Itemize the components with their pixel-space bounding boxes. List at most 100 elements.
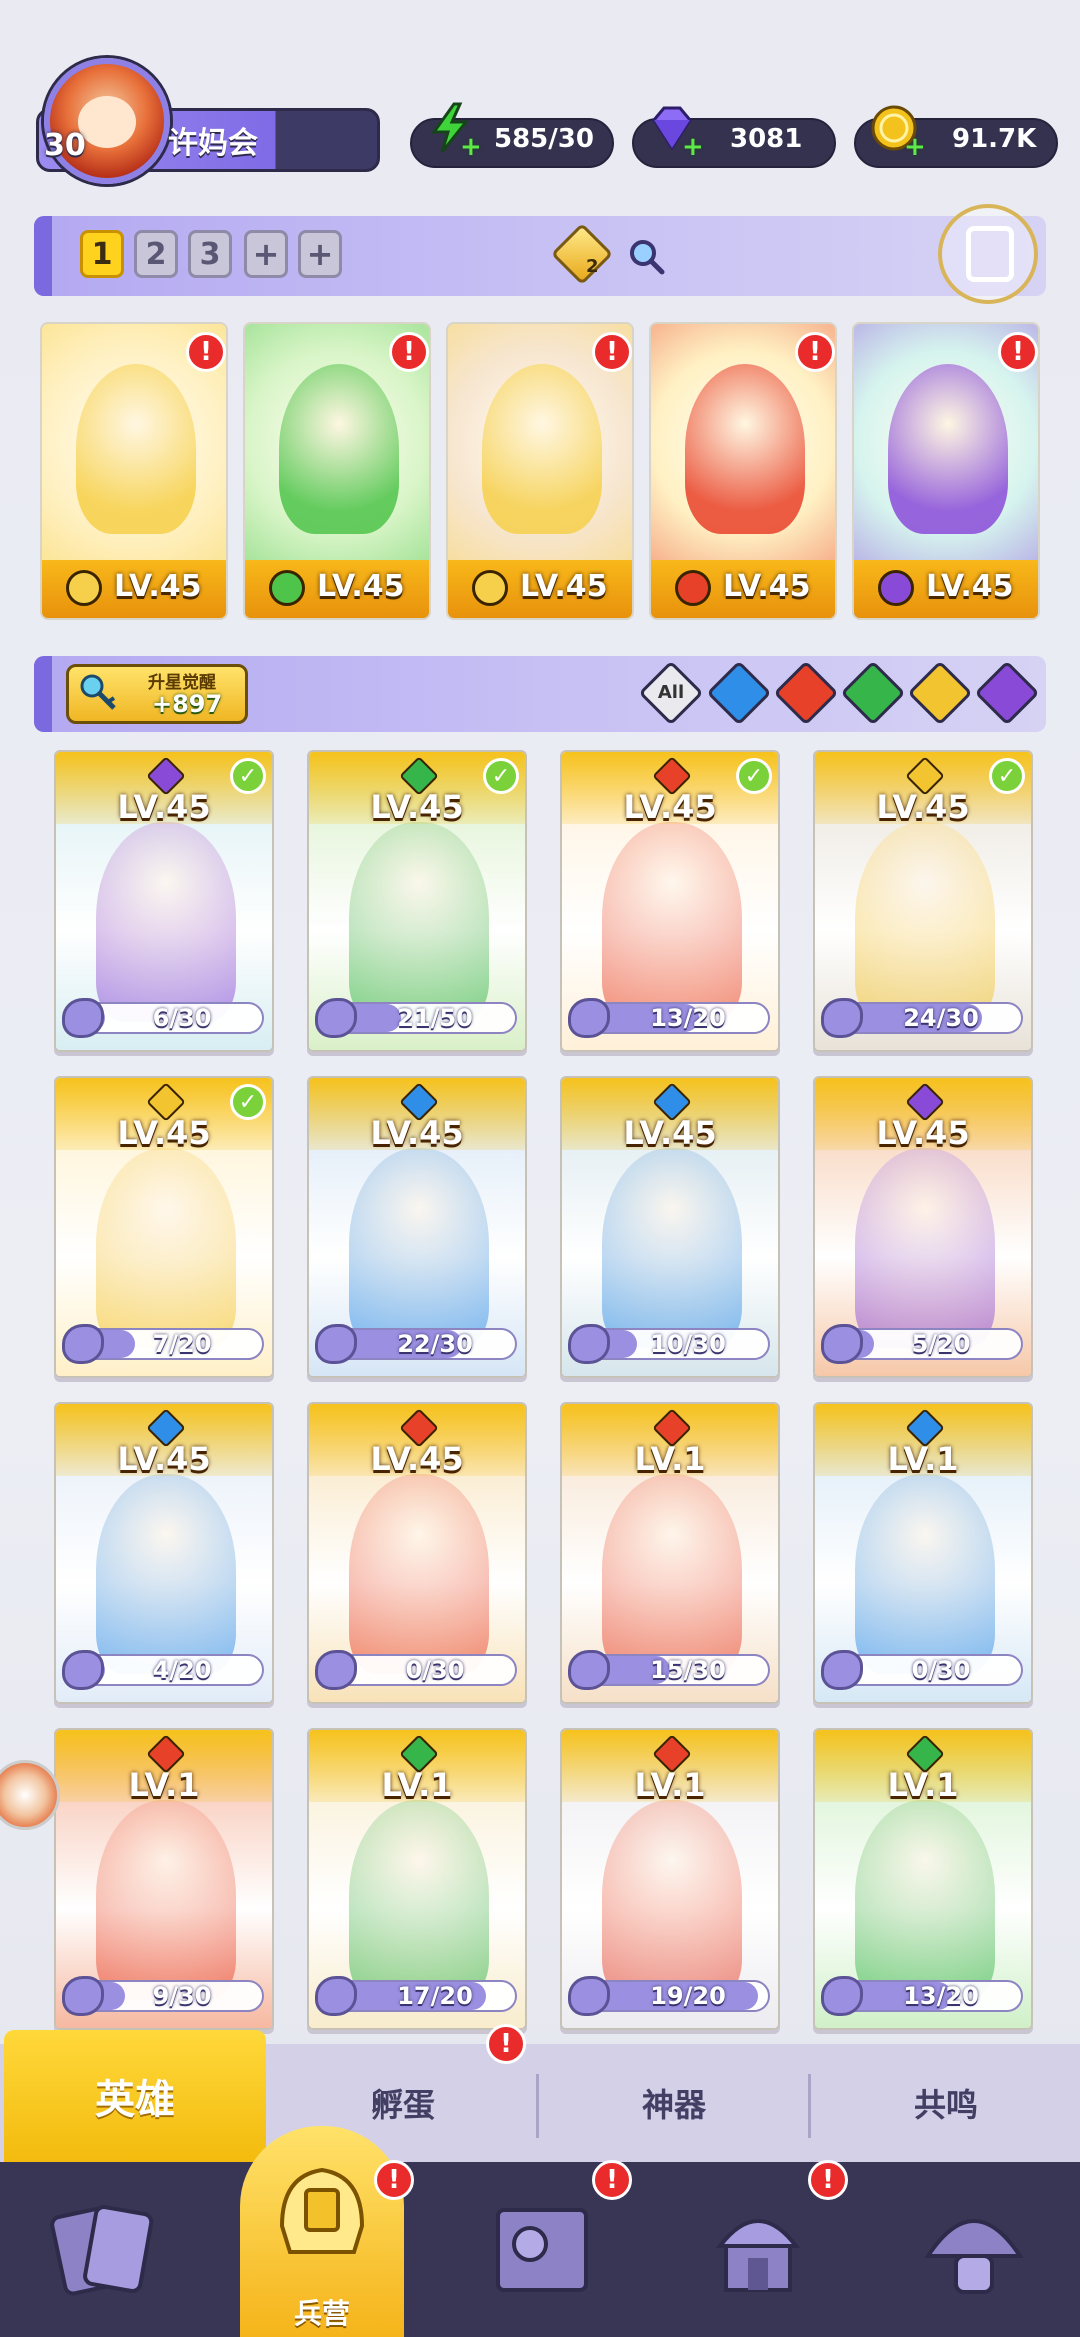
team-tab-3[interactable]: 3: [188, 230, 232, 278]
tab-artifact[interactable]: 神器: [540, 2044, 808, 2162]
hero-card[interactable]: LV.45 ✓ 13/20: [560, 750, 780, 1052]
hero-portrait: [602, 1474, 742, 1674]
shard-icon: [62, 1324, 104, 1364]
shard-progress-text: 19/20: [650, 1982, 726, 2010]
hero-card[interactable]: LV.45 22/30: [307, 1076, 527, 1378]
team-diamond-count: 2: [586, 256, 599, 277]
coins-plus-icon[interactable]: +: [904, 132, 926, 162]
hero-card[interactable]: LV.1 17/20: [307, 1728, 527, 2030]
hero-card[interactable]: LV.45 5/20: [813, 1076, 1033, 1378]
shard-progress-text: 13/20: [903, 1982, 979, 2010]
cards-icon[interactable]: [44, 2190, 164, 2310]
shard-progress-text: 22/30: [397, 1330, 473, 1358]
shrine-icon[interactable]: [698, 2190, 818, 2310]
shard-icon: [62, 998, 104, 1038]
shard-progress-text: 9/30: [152, 1982, 212, 2010]
gems-plus-icon[interactable]: +: [682, 132, 704, 162]
shard-progress-text: 0/30: [405, 1656, 465, 1684]
tab-heroes[interactable]: 英雄: [4, 2030, 266, 2162]
avatar-face: [78, 96, 136, 148]
tab-divider: [536, 2074, 539, 2138]
mushroom-icon[interactable]: [914, 2190, 1034, 2310]
team-tab-1[interactable]: 1: [80, 230, 124, 278]
hero-portrait: [349, 822, 489, 1022]
team-tab-add-2[interactable]: +: [298, 230, 342, 278]
slot-level: LV.45: [723, 569, 811, 604]
slot-level: LV.45: [926, 569, 1014, 604]
player-level: 30: [44, 128, 86, 163]
element-icon: [66, 570, 102, 606]
slot-alert-badge: !: [186, 332, 226, 372]
hero-card[interactable]: LV.1 15/30: [560, 1402, 780, 1704]
filter-bar-accent: [34, 656, 52, 732]
hero-portrait: [855, 1474, 995, 1674]
hero-portrait: [482, 364, 602, 534]
shard-icon: [821, 1976, 863, 2016]
hero-card[interactable]: LV.45 4/20: [54, 1402, 274, 1704]
nav-alert-badge: !: [592, 2160, 632, 2200]
hero-card[interactable]: LV.1 0/30: [813, 1402, 1033, 1704]
hero-card[interactable]: LV.45 ✓ 6/30: [54, 750, 274, 1052]
slot-level: LV.45: [520, 569, 608, 604]
shard-progress-text: 4/20: [152, 1656, 212, 1684]
hero-portrait: [888, 364, 1008, 534]
hero-level: LV.1: [381, 1766, 453, 1804]
hero-portrait: [96, 822, 236, 1022]
checkmark-icon: ✓: [230, 1084, 266, 1120]
nav-alert-badge: !: [808, 2160, 848, 2200]
hero-portrait: [602, 822, 742, 1022]
floating-avatar[interactable]: [0, 1760, 60, 1830]
shard-progress-text: 15/30: [650, 1656, 726, 1684]
map-icon[interactable]: [482, 2190, 602, 2310]
shard-icon: [315, 1650, 357, 1690]
shard-progress-text: 24/30: [903, 1004, 979, 1032]
tab-divider: [808, 2074, 811, 2138]
star-awaken-count: +897: [152, 690, 223, 718]
team-tab-2[interactable]: 2: [134, 230, 178, 278]
hero-card[interactable]: LV.45 0/30: [307, 1402, 527, 1704]
shard-progress-text: 21/50: [397, 1004, 473, 1032]
energy-value: 585/30: [494, 124, 594, 154]
hero-level: LV.45: [370, 1114, 464, 1152]
checkmark-icon: ✓: [230, 758, 266, 794]
hero-level: LV.1: [128, 1766, 200, 1804]
shard-icon: [315, 1976, 357, 2016]
hero-portrait: [349, 1474, 489, 1674]
checkmark-icon: ✓: [736, 758, 772, 794]
checkmark-icon: ✓: [483, 758, 519, 794]
element-icon: [675, 570, 711, 606]
barracks-icon[interactable]: [262, 2156, 382, 2276]
hero-level: LV.45: [117, 788, 211, 826]
shard-icon: [568, 998, 610, 1038]
hero-card[interactable]: LV.1 19/20: [560, 1728, 780, 2030]
hero-card[interactable]: LV.1 13/20: [813, 1728, 1033, 2030]
hero-card[interactable]: LV.1 9/30: [54, 1728, 274, 2030]
shard-icon: [568, 1650, 610, 1690]
energy-plus-icon[interactable]: +: [460, 132, 482, 162]
hero-card[interactable]: LV.45 10/30: [560, 1076, 780, 1378]
team-bar-accent: [34, 216, 52, 296]
hero-level: LV.45: [370, 1440, 464, 1478]
hatch-alert-badge: !: [486, 2024, 526, 2064]
hero-portrait: [96, 1800, 236, 2000]
hero-portrait: [855, 822, 995, 1022]
share-icon: [966, 226, 1014, 282]
hero-card[interactable]: LV.45 ✓ 24/30: [813, 750, 1033, 1052]
hero-level: LV.45: [117, 1440, 211, 1478]
hero-level: LV.1: [634, 1766, 706, 1804]
shard-icon: [821, 1650, 863, 1690]
shard-icon: [62, 1976, 104, 2016]
shard-icon: [315, 1324, 357, 1364]
hero-level: LV.45: [876, 788, 970, 826]
slot-alert-badge: !: [592, 332, 632, 372]
shard-progress-text: 17/20: [397, 1982, 473, 2010]
hero-level: LV.1: [634, 1440, 706, 1478]
gems-value: 3081: [730, 124, 803, 154]
tab-resonance[interactable]: 共鸣: [812, 2044, 1080, 2162]
hero-card[interactable]: LV.45 ✓ 21/50: [307, 750, 527, 1052]
magnify-icon[interactable]: [626, 236, 666, 276]
team-tab-add-1[interactable]: +: [244, 230, 288, 278]
shard-icon: [568, 1324, 610, 1364]
shard-progress-text: 5/20: [911, 1330, 971, 1358]
hero-card[interactable]: LV.45 ✓ 7/20: [54, 1076, 274, 1378]
